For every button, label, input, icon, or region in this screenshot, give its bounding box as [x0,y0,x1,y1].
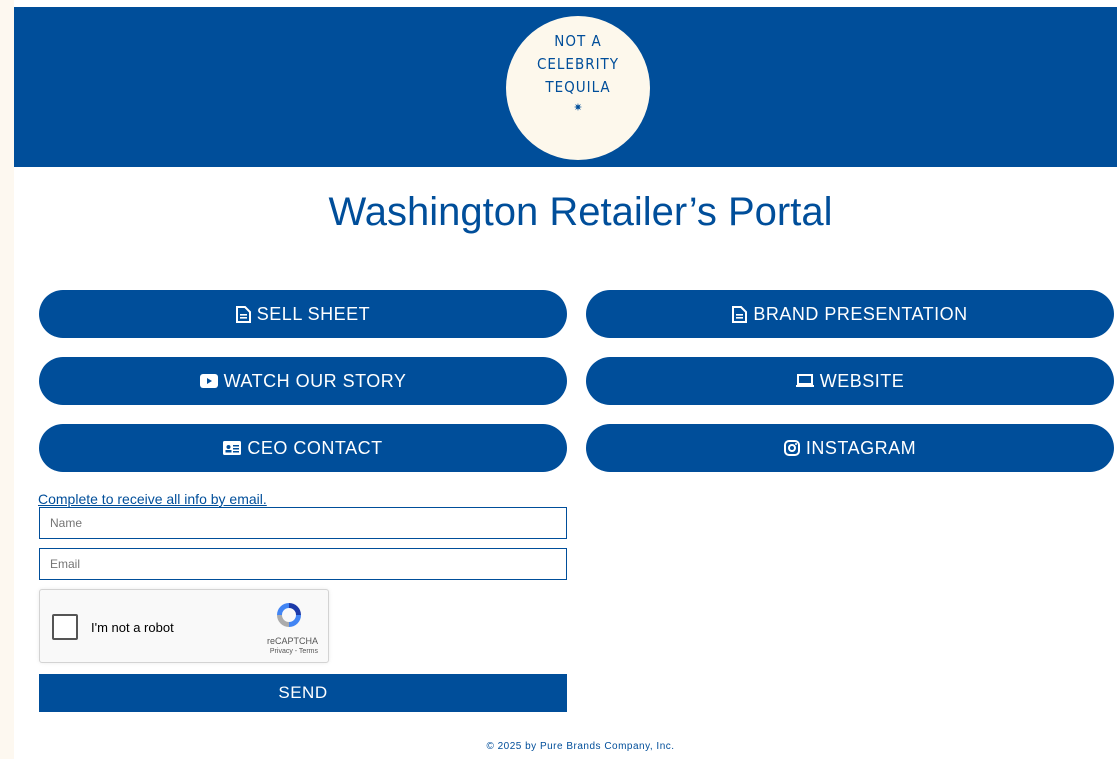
recaptcha-widget: I'm not a robot reCAPTCHA Privacy - Term… [39,589,329,663]
youtube-icon [199,374,218,388]
document-icon [732,305,748,323]
instagram-button[interactable]: INSTAGRAM [586,424,1114,472]
name-field[interactable] [39,507,567,539]
website-button[interactable]: WEBSITE [586,357,1114,405]
agave-icon: ✷ [573,101,583,114]
page: NOT A CELEBRITY TEQUILA ✷ Washington Ret… [14,0,1117,759]
brand-presentation-label: BRAND PRESENTATION [753,303,968,324]
document-icon [235,305,251,323]
email-field[interactable] [39,548,567,580]
id-card-icon [223,441,242,455]
recaptcha-icon [274,600,304,630]
footer-copyright: © 2025 by Pure Brands Company, Inc. [486,741,675,752]
sell-sheet-button[interactable]: SELL SHEET [39,290,567,338]
ceo-contact-label: CEO CONTACT [247,437,383,458]
recaptcha-label: I'm not a robot [91,620,174,635]
website-label: WEBSITE [819,370,905,391]
brand-logo[interactable]: NOT A CELEBRITY TEQUILA ✷ [506,16,650,160]
brand-presentation-button[interactable]: BRAND PRESENTATION [586,290,1114,338]
send-button[interactable]: SEND [39,674,567,712]
instagram-icon [783,440,800,456]
logo-line-2: CELEBRITY [536,55,620,73]
laptop-icon [795,374,814,388]
form-intro-text: Complete to receive all info by email. [38,491,267,507]
logo-line-1: NOT A [554,32,602,50]
instagram-label: INSTAGRAM [805,437,917,458]
recaptcha-terms-link[interactable]: Privacy - Terms [40,648,318,655]
logo-line-3: TEQUILA [545,78,611,96]
watch-our-story-button[interactable]: WATCH OUR STORY [39,357,567,405]
sell-sheet-label: SELL SHEET [256,303,371,324]
ceo-contact-button[interactable]: CEO CONTACT [39,424,567,472]
header-banner: NOT A CELEBRITY TEQUILA ✷ [14,7,1117,167]
watch-our-story-label: WATCH OUR STORY [223,370,407,391]
page-title: Washington Retailer’s Portal [328,190,833,234]
recaptcha-brand: reCAPTCHA [266,636,318,646]
